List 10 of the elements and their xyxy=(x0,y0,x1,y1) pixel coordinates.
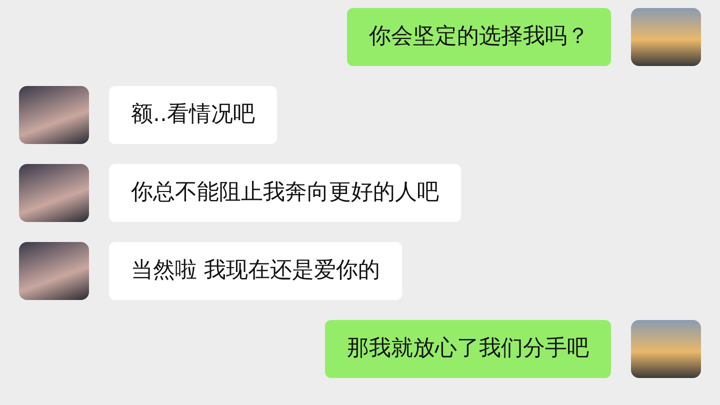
avatar-image[interactable] xyxy=(631,8,701,66)
avatar-image[interactable] xyxy=(19,242,89,300)
avatar-image[interactable] xyxy=(19,86,89,144)
avatar-image[interactable] xyxy=(631,320,701,378)
message-bubble: 你总不能阻止我奔向更好的人吧 xyxy=(109,164,461,222)
avatar-image[interactable] xyxy=(19,164,89,222)
message-bubble: 你会坚定的选择我吗？ xyxy=(347,8,611,66)
message-bubble: 额..看情况吧 xyxy=(109,86,277,144)
message-bubble: 那我就放心了我们分手吧 xyxy=(325,320,611,378)
message-bubble: 当然啦 我现在还是爱你的 xyxy=(109,242,402,300)
